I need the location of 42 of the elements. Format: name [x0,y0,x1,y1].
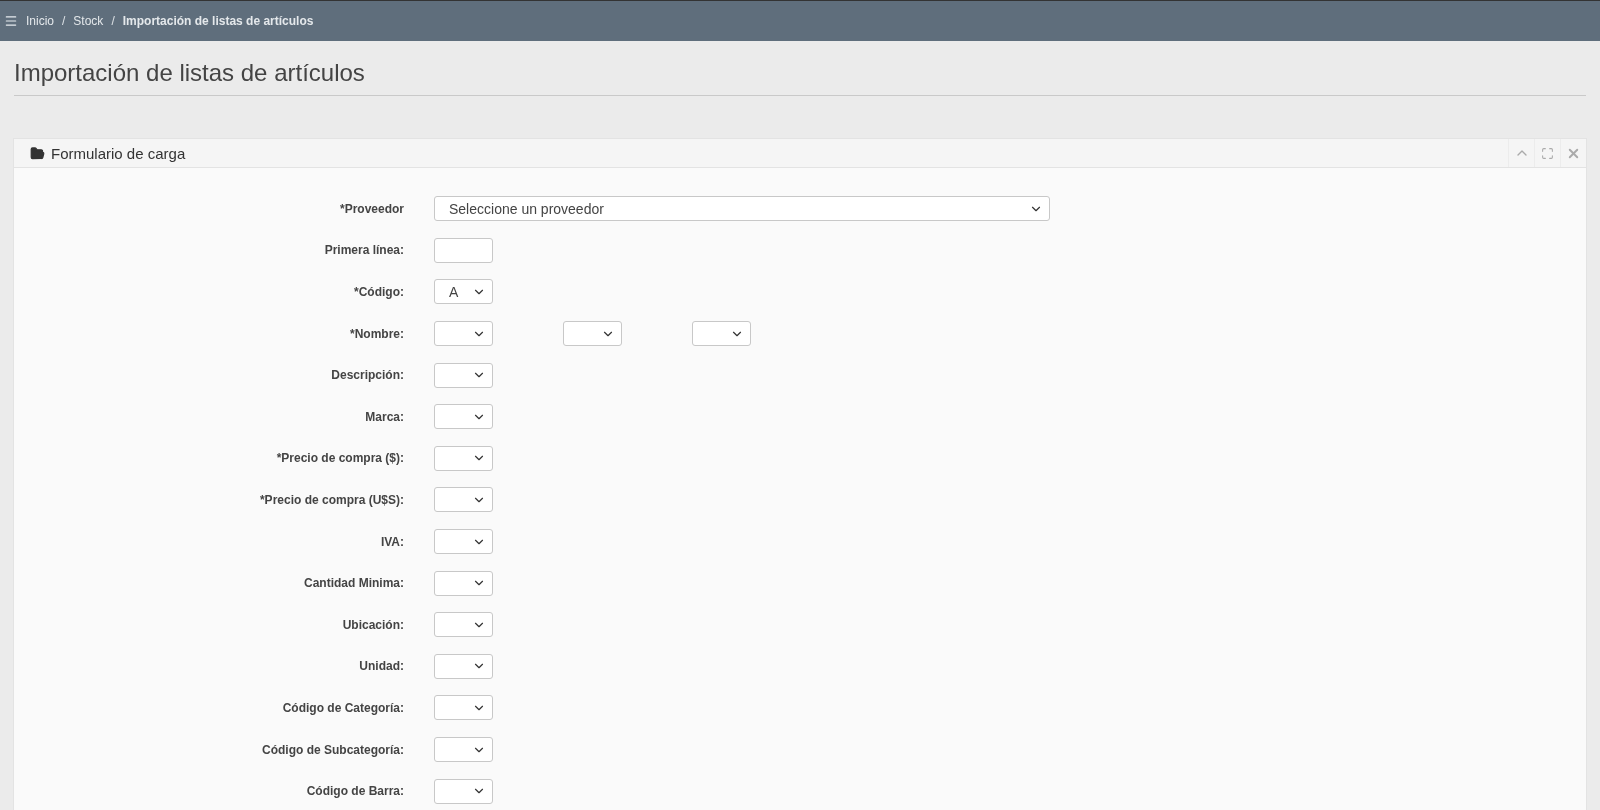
select-field[interactable] [563,321,622,347]
field-label: Código de Barra: [305,784,405,799]
field-label: Unidad: [358,659,405,674]
select-field[interactable] [434,487,493,513]
select-field[interactable]: Seleccione un proveedor [434,196,1050,222]
fullscreen-icon [1541,146,1554,160]
select-field[interactable] [434,362,493,388]
panel-title: Formulario de carga [51,144,187,162]
page-title: Importación de listas de artículos [14,59,1586,96]
select-field[interactable] [434,737,493,762]
breadcrumb-link[interactable]: Stock [73,14,104,28]
select-field[interactable] [434,695,493,721]
breadcrumb-link[interactable]: Importación de listas de artículos [122,14,314,28]
select-field[interactable] [434,404,493,430]
breadcrumb-separator: / [62,14,66,28]
select-field[interactable] [434,612,493,638]
field-label: *Proveedor [338,201,405,216]
select-field[interactable]: A [434,279,493,305]
field-label: Ubicación: [341,617,405,632]
select-field[interactable] [434,529,493,555]
field-label: *Código: [353,285,405,299]
select-field[interactable] [434,653,493,679]
field-label: *Precio de compra ($): [275,451,405,466]
select-field[interactable] [692,321,751,347]
menu-icon[interactable] [4,14,18,28]
field-label: Descripción: [330,368,405,383]
field-label: Código de Categoría: [281,700,405,715]
select-field[interactable] [434,570,493,596]
field-label: IVA: [379,534,405,549]
field-label: Marca: [364,409,405,424]
breadcrumb-separator: / [111,14,115,28]
select-field[interactable] [434,321,493,347]
select-field[interactable] [434,778,493,804]
field-label: *Precio de compra (U$S): [258,492,405,507]
select-field[interactable] [434,445,493,471]
field-label: *Nombre: [349,326,405,341]
folder-icon [30,145,45,161]
breadcrumb-link[interactable]: Inicio [26,14,54,28]
field-label: Código de Subcategoría: [261,742,405,757]
input-field[interactable] [434,237,493,263]
field-label: Cantidad Minima: [303,576,405,591]
field-label: Primera línea: [323,243,405,258]
